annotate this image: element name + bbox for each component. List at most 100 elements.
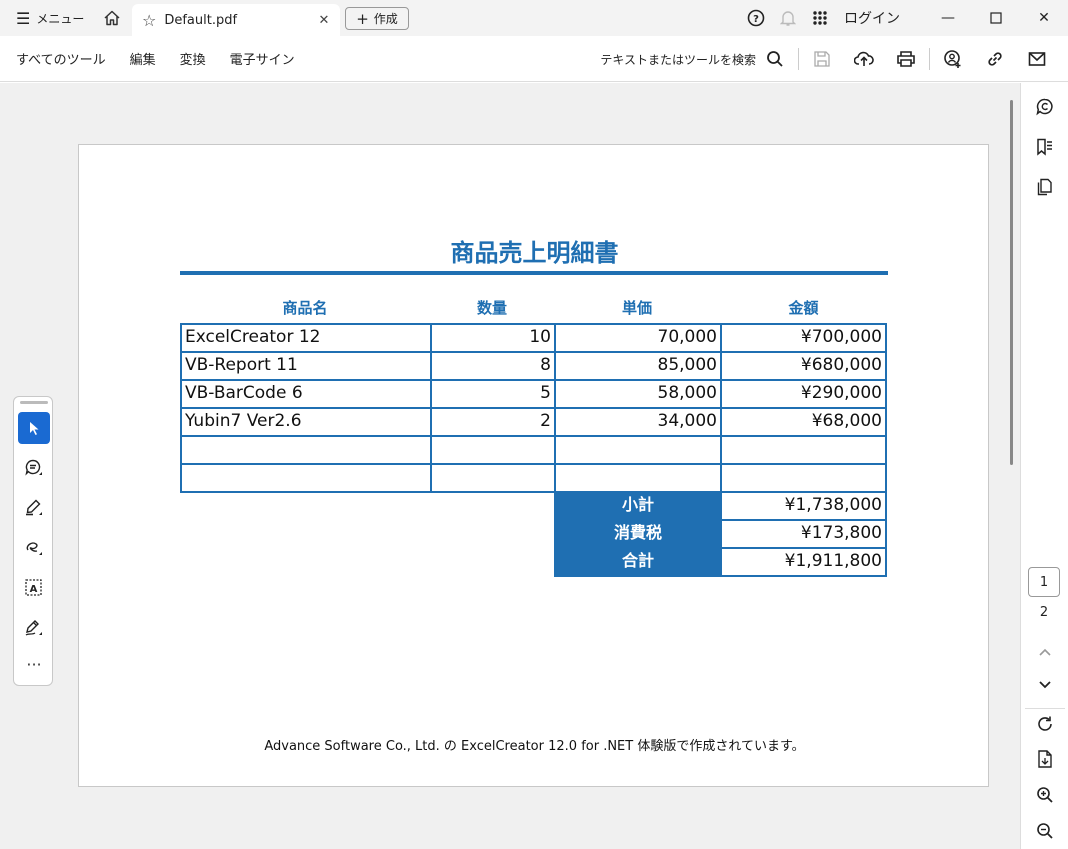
summary-label-cell: 合計 [554,547,722,577]
create-button[interactable]: + 作成 [345,7,409,30]
bookmarks-panel-button[interactable] [1029,131,1061,163]
unit-price-cell [554,463,722,493]
tool-all-tools[interactable]: すべてのツール [16,49,106,68]
grid-dots-icon [813,11,827,25]
home-icon [104,10,120,26]
chevron-up-icon [1039,648,1051,656]
zoom-in-button[interactable] [1029,779,1061,811]
help-button[interactable]: ? [740,0,772,36]
summary-value-cell: ¥1,911,800 [720,547,887,577]
maximize-button[interactable] [972,0,1020,36]
document-scan-icon [1038,750,1052,768]
title-underline [180,271,888,275]
vertical-scrollbar[interactable] [1010,100,1013,465]
quantity-cell: 5 [430,379,556,409]
tool-convert[interactable]: 変換 [180,49,206,68]
pen-sign-icon [25,620,42,636]
select-tool-button[interactable] [18,412,50,444]
apps-button[interactable] [804,0,836,36]
page-number-next[interactable]: 2 [1028,605,1060,620]
comments-panel-button[interactable] [1029,91,1061,123]
zoom-in-icon [1037,787,1053,803]
close-tab-icon[interactable]: ✕ [314,13,334,28]
document-canvas[interactable]: 商品売上明細書 商品名 数量 単価 金額 ExcelCreator 12 10 70… [0,83,1020,849]
bell-icon [780,11,796,26]
amount-cell: ¥290,000 [720,379,887,409]
summary-label-cell: 消費税 [554,519,722,549]
email-button[interactable] [1016,36,1058,82]
title-bar-right: ? ログイン — ✕ [740,0,1068,36]
freehand-draw-icon [26,542,42,555]
toolbar-divider [798,48,799,70]
header-unit-price: 単価 [621,299,652,317]
toolbar-drag-handle[interactable] [20,401,48,404]
product-name-cell: ExcelCreator 12 [180,323,432,353]
more-tools-icon[interactable]: ··· [14,655,54,674]
tool-e-sign[interactable]: 電子サイン [230,49,295,68]
document-footer: Advance Software Co., Ltd. の ExcelCreato… [264,739,805,754]
minimize-icon: — [941,10,955,26]
copy-link-button[interactable] [974,36,1016,82]
cloud-upload-icon [854,51,874,66]
home-button[interactable] [92,0,132,36]
upload-button[interactable] [843,36,885,82]
login-button[interactable]: ログイン [836,8,924,28]
page-down-button[interactable] [1029,669,1061,701]
current-page-box[interactable]: 1 [1028,567,1060,597]
menu-button[interactable]: ☰ メニュー [0,0,92,36]
quantity-cell: 10 [430,323,556,353]
pdf-page: 商品売上明細書 商品名 数量 単価 金額 ExcelCreator 12 10 70… [78,144,989,787]
amount-cell: ¥700,000 [720,323,887,353]
text-box-tool-button[interactable]: A [18,572,50,604]
amount-cell: ¥68,000 [720,407,887,437]
maximize-icon [990,12,1002,24]
notifications-button[interactable] [772,0,804,36]
toolbar-divider [929,48,930,70]
product-name-cell [180,435,432,465]
sign-tool-button[interactable] [18,612,50,644]
envelope-icon [1028,52,1046,66]
header-product-name: 商品名 [282,299,328,317]
save-icon [814,51,830,67]
star-icon[interactable]: ☆ [142,11,156,30]
save-button[interactable] [801,36,843,82]
tool-edit[interactable]: 編集 [130,49,156,68]
add-user-icon [944,50,961,68]
document-title: 商品売上明細書 [450,239,619,267]
zoom-out-button[interactable] [1029,815,1061,847]
page-up-button[interactable] [1029,636,1061,668]
svg-text:?: ? [753,14,759,25]
product-name-cell: Yubin7 Ver2.6 [180,407,432,437]
pages-panel-button[interactable] [1029,171,1061,203]
tab-title: Default.pdf [164,12,238,28]
rotate-icon [1038,716,1052,731]
product-name-cell: VB-Report 11 [180,351,432,381]
zoom-out-icon [1037,823,1053,839]
highlight-tool-button[interactable] [18,492,50,524]
quantity-cell: 2 [430,407,556,437]
document-tab[interactable]: ☆ Default.pdf ✕ [132,4,340,36]
print-button[interactable] [885,36,927,82]
quantity-cell [430,435,556,465]
amount-cell [720,435,887,465]
amount-cell [720,463,887,493]
minimize-button[interactable]: — [924,0,972,36]
comment-icon [25,459,42,476]
printer-icon [897,51,915,67]
search-tools-label[interactable]: テキストまたはツールを検索 [600,51,756,68]
header-amount: 金額 [788,299,819,317]
comment-tool-button[interactable] [18,452,50,484]
help-icon: ? [747,9,765,27]
draw-tool-button[interactable] [18,532,50,564]
search-button[interactable] [762,36,788,82]
rotate-button[interactable] [1029,708,1061,740]
chevron-down-icon [1039,681,1051,689]
main-toolbar: すべてのツール 編集 変換 電子サイン テキストまたはツールを検索 [0,36,1068,82]
search-icon [767,51,783,67]
close-window-button[interactable]: ✕ [1020,0,1068,36]
cursor-arrow-icon [30,422,39,435]
unit-price-cell: 70,000 [554,323,722,353]
page-fit-button[interactable] [1029,743,1061,775]
share-user-button[interactable] [932,36,974,82]
menu-label: メニュー [36,11,85,26]
